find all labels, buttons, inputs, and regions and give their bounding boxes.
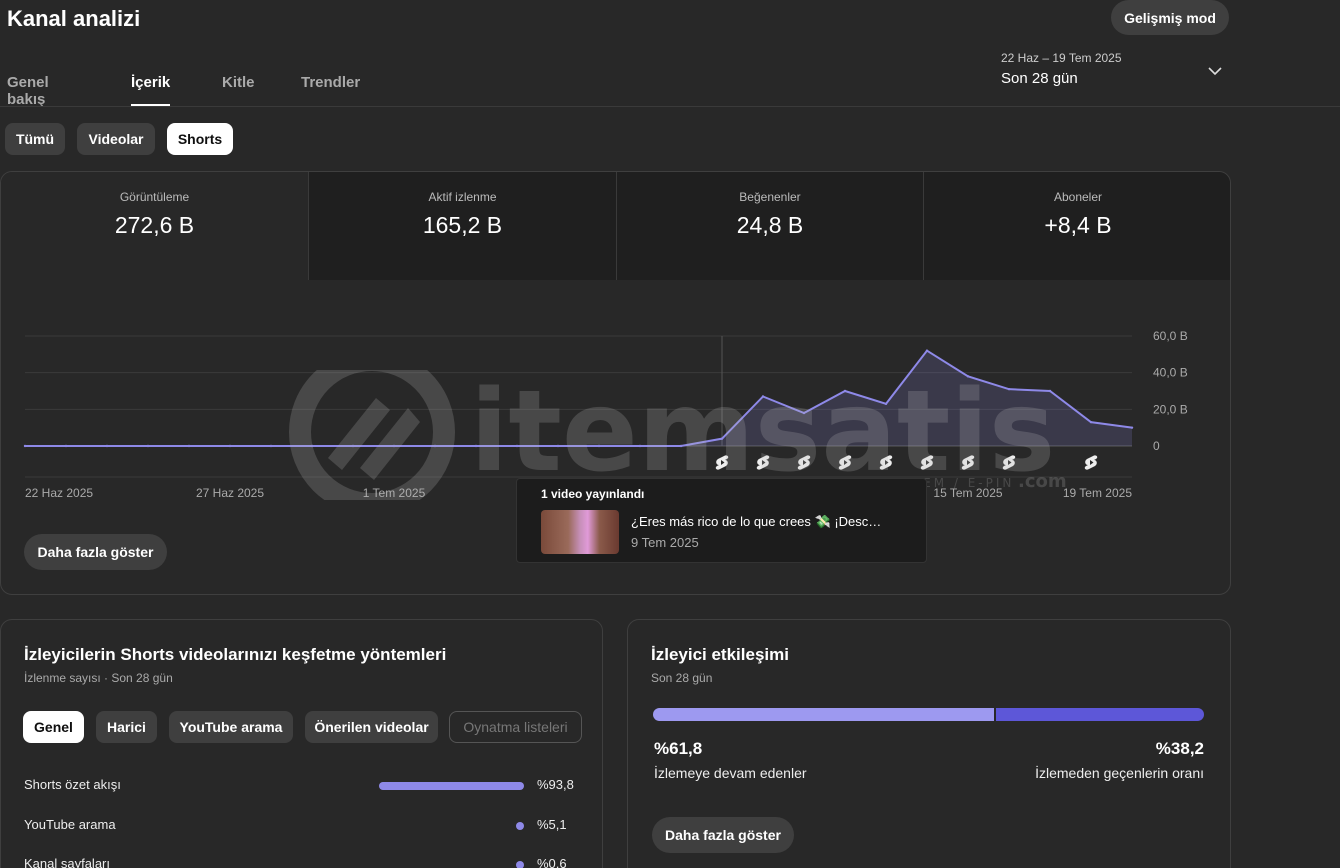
source-bar: [378, 782, 524, 790]
data-point: [433, 444, 437, 448]
traffic-source-row[interactable]: Shorts özet akışı %93,8: [24, 775, 584, 795]
shorts-icon: [1002, 455, 1016, 470]
traffic-source-row[interactable]: YouTube arama %5,1: [24, 815, 584, 835]
chip-videos[interactable]: Videolar: [77, 123, 155, 155]
chip-external[interactable]: Harici: [96, 711, 157, 743]
data-point: [966, 375, 970, 378]
data-point: [392, 444, 396, 448]
x-tick-label: 15 Tem 2025: [933, 486, 1002, 500]
swiped-label: İzlemeden geçenlerin oranı: [1035, 765, 1204, 781]
data-point: [1007, 387, 1011, 391]
data-point: [761, 395, 765, 398]
y-tick-label: 60,0 B: [1153, 329, 1188, 343]
engagement-card: İzleyici etkileşimi Son 28 gün %61,8 İzl…: [627, 619, 1231, 868]
data-point: [310, 444, 314, 448]
tab-content[interactable]: İçerik: [131, 60, 171, 106]
source-bar: [516, 822, 524, 830]
engagement-subtitle: Son 28 gün: [651, 671, 713, 685]
shorts-icon: [961, 455, 975, 470]
data-point: [187, 444, 191, 448]
source-label: Kanal sayfaları: [24, 856, 110, 868]
show-more-button[interactable]: Daha fazla göster: [24, 534, 167, 570]
shorts-icon: [879, 455, 893, 470]
data-point: [884, 402, 888, 406]
source-value: %5,1: [537, 817, 567, 832]
data-point: [146, 444, 150, 448]
chip-youtube-search[interactable]: YouTube arama: [169, 711, 293, 743]
y-tick-label: 40,0 B: [1153, 366, 1188, 380]
tab-audience[interactable]: Kitle: [222, 60, 255, 106]
chip-playlists: Oynatma listeleri: [449, 711, 582, 743]
source-value: %0,6: [537, 856, 567, 868]
date-range-dates: 22 Haz – 19 Tem 2025: [1001, 51, 1122, 65]
data-point: [1048, 389, 1052, 393]
chip-general[interactable]: Genel: [23, 711, 84, 743]
data-point: [638, 444, 642, 448]
swiped-percent: %38,2: [1155, 739, 1204, 758]
swiped-segment: [995, 708, 1204, 721]
discovery-subtitle: İzlenme sayısı · Son 28 gün: [24, 671, 173, 685]
x-tick-label: 1 Tem 2025: [363, 486, 426, 500]
x-tick-label: 22 Haz 2025: [25, 486, 93, 500]
x-tick-label: 27 Haz 2025: [196, 486, 264, 500]
show-more-button[interactable]: Daha fazla göster: [652, 817, 794, 853]
source-label: YouTube arama: [24, 817, 116, 832]
data-point: [23, 444, 27, 448]
video-thumbnail[interactable]: [541, 510, 619, 554]
data-point: [802, 411, 806, 415]
data-point: [843, 389, 847, 393]
page-title: Kanal analizi: [7, 6, 141, 31]
source-value: %93,8: [537, 777, 574, 792]
data-point: [597, 444, 601, 448]
data-point: [925, 349, 929, 352]
discovery-title: İzleyicilerin Shorts videolarınızı keşfe…: [24, 645, 447, 664]
y-tick-label: 20,0 B: [1153, 402, 1188, 416]
data-point: [679, 444, 683, 448]
tooltip-title: 1 video yayınlandı: [541, 487, 645, 501]
video-published-tooltip: 1 video yayınlandı ¿Eres más rico de lo …: [516, 478, 927, 563]
x-tick-label: 19 Tem 2025: [1063, 486, 1132, 500]
data-point: [351, 444, 355, 448]
date-range-label: Son 28 gün: [1001, 70, 1078, 87]
stayed-percent: %61,8: [654, 739, 703, 758]
video-title[interactable]: ¿Eres más rico de lo que crees 💸 ¡Desc…: [631, 514, 881, 530]
y-tick-label: 0: [1153, 439, 1160, 453]
data-point: [556, 444, 560, 448]
engagement-bar: [653, 708, 1204, 721]
tab-trends[interactable]: Trendler: [301, 60, 360, 106]
data-point: [1130, 426, 1134, 429]
traffic-source-row[interactable]: Kanal sayfaları %0,6: [24, 854, 584, 868]
shorts-icon: [1084, 455, 1098, 470]
data-point: [720, 437, 724, 440]
data-point: [105, 444, 109, 448]
shorts-icon: [838, 455, 852, 470]
tab-overview[interactable]: Genel bakış: [7, 60, 49, 108]
source-label: Shorts özet akışı: [24, 777, 121, 792]
stayed-label: İzlemeye devam edenler: [654, 765, 807, 781]
discovery-card: İzleyicilerin Shorts videolarınızı keşfe…: [0, 619, 603, 868]
data-point: [1089, 420, 1093, 424]
engagement-title: İzleyici etkileşimi: [651, 645, 789, 664]
shorts-icon: [756, 455, 770, 470]
chip-shorts[interactable]: Shorts: [167, 123, 233, 155]
source-bar: [516, 861, 524, 868]
data-point: [64, 444, 68, 448]
video-date: 9 Tem 2025: [631, 535, 699, 550]
data-point: [474, 444, 478, 448]
data-point: [269, 444, 273, 448]
data-point: [228, 444, 232, 448]
chip-suggested-videos[interactable]: Önerilen videolar: [305, 711, 438, 743]
shorts-icon: [797, 455, 811, 470]
advanced-mode-button[interactable]: Gelişmiş mod: [1111, 0, 1229, 35]
chevron-down-icon[interactable]: [1207, 63, 1223, 79]
chip-all[interactable]: Tümü: [5, 123, 65, 155]
shorts-icon: [920, 455, 934, 470]
stayed-segment: [653, 708, 994, 721]
series-area: [25, 350, 1132, 446]
data-point: [515, 444, 519, 448]
date-range-picker[interactable]: 22 Haz – 19 Tem 2025 Son 28 gün: [1001, 51, 1122, 87]
shorts-icon: [715, 455, 729, 470]
header-divider: [0, 106, 1340, 107]
